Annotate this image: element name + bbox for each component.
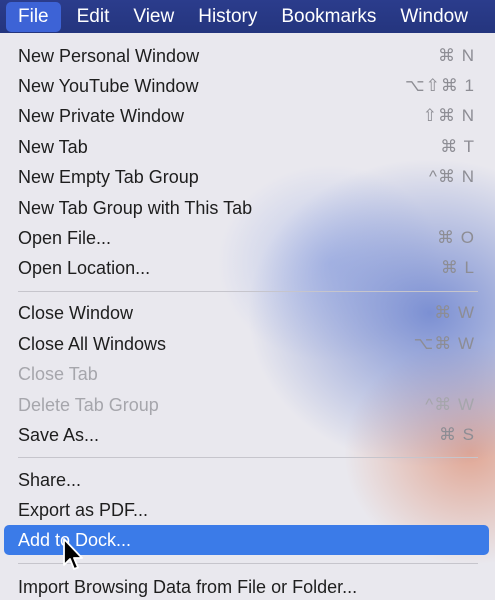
menu-item-import-browsing-data[interactable]: Import Browsing Data from File or Folder… <box>4 572 489 600</box>
menu-item-label: Close Tab <box>18 363 98 384</box>
menu-item-close-all-windows[interactable]: Close All Windows ⌥⌘ W <box>4 329 489 359</box>
menu-item-new-empty-tab-group[interactable]: New Empty Tab Group ^⌘ N <box>4 162 489 192</box>
menu-item-shortcut: ⌘ N <box>438 46 475 65</box>
menubar-history[interactable]: History <box>186 0 269 33</box>
menu-item-label: Share... <box>18 469 82 490</box>
menu-item-label: New Private Window <box>18 105 185 126</box>
menu-item-new-tab-group-with-this-tab[interactable]: New Tab Group with This Tab <box>4 193 489 223</box>
menu-separator <box>18 457 478 458</box>
menu-item-label: New Empty Tab Group <box>18 166 199 187</box>
menu-item-shortcut: ⌘ T <box>440 137 475 156</box>
menu-item-label: New Personal Window <box>18 45 200 66</box>
menu-item-shortcut: ⌥⌘ W <box>413 334 475 353</box>
menubar-file[interactable]: File <box>6 1 61 32</box>
menu-item-shortcut: ^⌘ N <box>429 167 475 186</box>
menu-item-shortcut: ^⌘ W <box>425 395 475 414</box>
menu-separator <box>18 291 478 292</box>
menu-item-delete-tab-group: Delete Tab Group ^⌘ W <box>4 390 489 420</box>
menu-item-new-private-window[interactable]: New Private Window ⇧⌘ N <box>4 101 489 131</box>
menu-item-label: Import Browsing Data from File or Folder… <box>18 576 358 597</box>
menu-item-new-tab[interactable]: New Tab ⌘ T <box>4 132 489 162</box>
menu-item-shortcut: ⌘ L <box>440 258 475 277</box>
menu-item-new-personal-window[interactable]: New Personal Window ⌘ N <box>4 41 489 71</box>
menubar-window[interactable]: Window <box>388 0 480 33</box>
menu-item-close-window[interactable]: Close Window ⌘ W <box>4 298 489 328</box>
menu-item-label: Delete Tab Group <box>18 394 159 415</box>
menu-item-save-as[interactable]: Save As... ⌘ S <box>4 420 489 450</box>
menu-item-label: Close Window <box>18 302 134 323</box>
menu-item-open-file[interactable]: Open File... ⌘ O <box>4 223 489 253</box>
menu-item-label: Export as PDF... <box>18 499 149 520</box>
menu-item-shortcut: ⌘ O <box>437 228 475 247</box>
menu-item-label: New Tab <box>18 136 88 157</box>
menu-item-shortcut: ⇧⌘ N <box>422 106 475 125</box>
menubar-bookmarks[interactable]: Bookmarks <box>269 0 388 33</box>
file-menu-dropdown: New Personal Window ⌘ N New YouTube Wind… <box>0 33 495 600</box>
menu-item-label: Save As... <box>18 424 100 445</box>
menu-item-shortcut: ⌘ S <box>438 425 475 444</box>
menu-item-label: Close All Windows <box>18 333 167 354</box>
arrow-cursor-icon <box>63 538 83 570</box>
menubar-view[interactable]: View <box>121 0 186 33</box>
menu-separator <box>18 563 478 564</box>
menu-item-share[interactable]: Share... <box>4 465 489 495</box>
menu-item-export-as-pdf[interactable]: Export as PDF... <box>4 495 489 525</box>
menu-bar: File Edit View History Bookmarks Window <box>0 0 495 33</box>
menu-item-label: Open File... <box>18 227 112 248</box>
menu-item-close-tab: Close Tab <box>4 359 489 389</box>
menu-item-shortcut: ⌘ W <box>434 303 475 322</box>
menubar-edit[interactable]: Edit <box>65 0 122 33</box>
menu-item-new-youtube-window[interactable]: New YouTube Window ⌥⇧⌘ 1 <box>4 71 489 101</box>
menu-item-label: New Tab Group with This Tab <box>18 197 253 218</box>
menu-item-shortcut: ⌥⇧⌘ 1 <box>404 76 475 95</box>
menu-item-label: New YouTube Window <box>18 75 199 96</box>
menu-item-open-location[interactable]: Open Location... ⌘ L <box>4 253 489 283</box>
menu-item-label: Open Location... <box>18 257 151 278</box>
